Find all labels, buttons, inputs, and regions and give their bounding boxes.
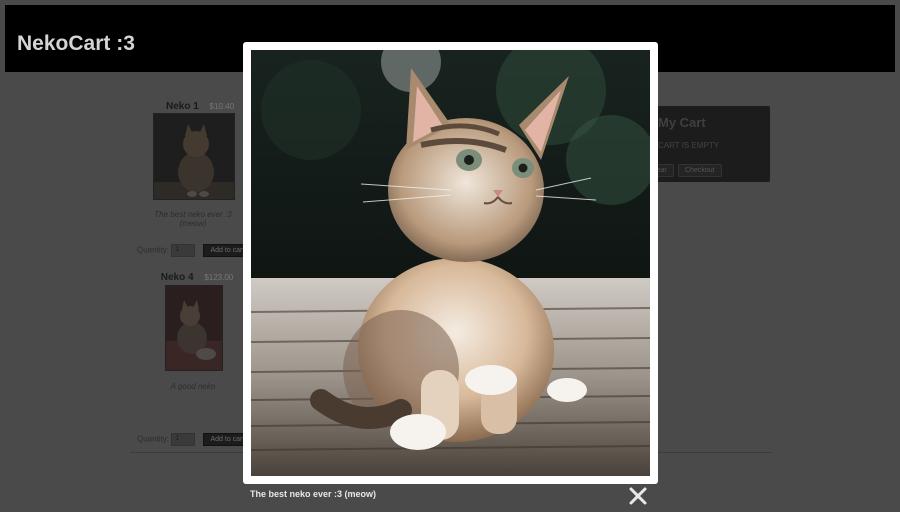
cart-status: CART IS EMPTY — [658, 141, 720, 150]
kitten-thumbnail-image — [154, 114, 234, 199]
close-button[interactable] — [628, 486, 648, 506]
product-description-line: (meow) — [179, 219, 207, 228]
product-description-line: The best neko ever :3 — [154, 210, 232, 219]
product-thumbnail[interactable] — [153, 113, 235, 200]
cart-title: My Cart — [658, 115, 706, 130]
lightbox-caption: The best neko ever :3 (meow) — [250, 489, 377, 499]
product-name[interactable]: Neko 4 — [161, 272, 194, 283]
site-brand[interactable]: NekoCart :3 — [17, 32, 135, 56]
quantity-row: Quantity: 1 Add to cart — [137, 244, 252, 257]
cart-panel: My Cart CART IS EMPTY Clear Checkout — [640, 106, 770, 182]
checkout-button[interactable]: Checkout — [678, 164, 722, 177]
lightbox-image — [251, 50, 650, 476]
quantity-row: Quantity: 1 Add to cart — [137, 433, 252, 446]
close-icon[interactable] — [628, 486, 648, 506]
product-description: The best neko ever :3 (meow) — [145, 210, 241, 228]
product-description-line: A good neko — [170, 382, 216, 391]
page: NekoCart :3 Neko 1 $10.40 The best neko … — [0, 0, 900, 512]
product-price: $123.00 — [204, 273, 234, 282]
quantity-label: Quantity: — [137, 434, 170, 444]
product-thumbnail[interactable] — [165, 285, 223, 371]
kitten-thumbnail-image — [166, 286, 222, 370]
quantity-label: Quantity: — [137, 245, 170, 255]
lightbox — [243, 42, 658, 484]
product-description: A good neko — [160, 382, 226, 391]
kitten-photo — [251, 50, 650, 476]
quantity-input[interactable]: 1 — [171, 433, 196, 446]
product-name[interactable]: Neko 1 — [166, 101, 199, 112]
product-card: Neko 4 $123.00 — [142, 272, 252, 286]
product-title-row: Neko 4 $123.00 — [142, 272, 252, 286]
product-price: $10.40 — [209, 102, 235, 111]
quantity-input[interactable]: 1 — [171, 244, 196, 257]
